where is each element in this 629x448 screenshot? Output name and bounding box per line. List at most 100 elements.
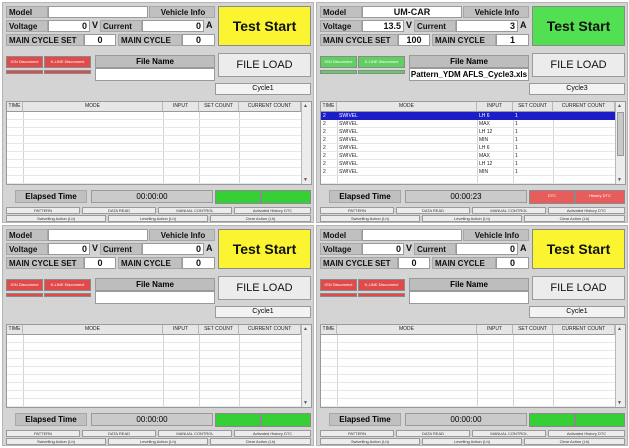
file-load-button[interactable]: FILE LOAD xyxy=(532,276,625,300)
cell-current-count xyxy=(553,144,615,152)
table-header-current-count: CURRENT COUNT xyxy=(239,325,301,335)
elapsed-time-label: Elapsed Time xyxy=(329,413,401,426)
data-read-button[interactable]: DATA READ xyxy=(82,207,156,214)
model-value: UM-CAR xyxy=(362,6,462,18)
cell-time: 2 xyxy=(323,145,326,151)
table-row-empty xyxy=(7,399,301,407)
swivelling-action-button[interactable]: Swivelling Action (Lh) xyxy=(6,438,106,445)
cell-set-count: 1 xyxy=(515,113,518,119)
data-read-button[interactable]: DATA READ xyxy=(396,430,470,437)
ign-disconnect-button[interactable]: IGN Disconnect xyxy=(6,279,43,291)
file-load-button[interactable]: FILE LOAD xyxy=(532,53,625,77)
cell-input: LH 6 xyxy=(479,113,490,119)
data-read-button[interactable]: DATA READ xyxy=(396,207,470,214)
table-row[interactable]: 2 SWIVEL LH 6 1 xyxy=(321,144,615,152)
table-row[interactable]: 2 SWIVEL MAX 1 xyxy=(321,120,615,128)
cell-input: MAX xyxy=(479,121,490,127)
station-panel-3: Model Vehicle Info Voltage 0 V Current 0 A MAIN … xyxy=(2,225,314,446)
levelling-action-button[interactable]: Levelling Action (Lh) xyxy=(108,215,208,222)
manual-control-button[interactable]: MANUAL CONTROL xyxy=(472,430,546,437)
table-row[interactable]: 2 SWIVEL LH 6 1 xyxy=(321,112,615,120)
activated-history-dtc-button[interactable]: Activated History DTC xyxy=(548,207,625,214)
table-header-current-count: CURRENT COUNT xyxy=(553,102,615,112)
test-start-button[interactable]: Test Start xyxy=(532,229,625,269)
pattern-button[interactable]: PATTERN xyxy=(320,207,394,214)
levelling-action-button[interactable]: Levelling Action (Lh) xyxy=(422,438,522,445)
levelling-action-button[interactable]: Levelling Action (Lh) xyxy=(108,438,208,445)
file-load-button[interactable]: FILE LOAD xyxy=(218,276,311,300)
pattern-button[interactable]: PATTERN xyxy=(6,430,80,437)
table-row-empty xyxy=(7,391,301,399)
kline-disconnect-button[interactable]: K-LINE Disconnect xyxy=(44,279,91,291)
station-panel-1: Model Vehicle Info Voltage 0 V Current 0 A MAIN … xyxy=(2,2,314,223)
model-label: Model xyxy=(320,229,362,241)
table-scrollbar[interactable]: ▲ ▼ xyxy=(615,102,625,184)
data-read-button[interactable]: DATA READ xyxy=(82,430,156,437)
cell-set-count: 1 xyxy=(515,161,518,167)
table-header-time: TIME xyxy=(7,325,23,335)
clear-action-button[interactable]: Clear Action (Lh) xyxy=(524,438,625,445)
scroll-up-icon[interactable]: ▲ xyxy=(303,103,308,109)
table-row-empty xyxy=(7,120,301,128)
activated-history-dtc-button[interactable]: Activated History DTC xyxy=(234,207,311,214)
swivelling-action-button[interactable]: Swivelling Action (Lh) xyxy=(320,215,420,222)
model-label: Model xyxy=(6,229,48,241)
cell-set-count: 1 xyxy=(515,153,518,159)
cell-time: 2 xyxy=(323,129,326,135)
elapsed-time-label: Elapsed Time xyxy=(15,190,87,203)
table-row[interactable]: 2 SWIVEL LH 12 1 xyxy=(321,128,615,136)
file-load-button[interactable]: FILE LOAD xyxy=(218,53,311,77)
cell-mode: SWIVEL xyxy=(339,113,358,119)
scroll-thumb[interactable] xyxy=(617,112,624,156)
cell-set-count: 1 xyxy=(515,121,518,127)
manual-control-button[interactable]: MANUAL CONTROL xyxy=(158,430,232,437)
current-label: Current xyxy=(100,20,142,32)
table-header-time: TIME xyxy=(321,102,337,112)
test-start-button[interactable]: Test Start xyxy=(218,229,311,269)
clear-action-button[interactable]: Clear Action (Lh) xyxy=(210,438,311,445)
file-name-label: File Name xyxy=(95,278,215,291)
manual-control-button[interactable]: MANUAL CONTROL xyxy=(472,207,546,214)
table-scrollbar[interactable]: ▲ ▼ xyxy=(615,325,625,407)
table-row[interactable]: 2 SWIVEL MIN 1 xyxy=(321,168,615,176)
test-start-button[interactable]: Test Start xyxy=(532,6,625,46)
scroll-down-icon[interactable]: ▼ xyxy=(303,177,308,183)
table-scrollbar[interactable]: ▲ ▼ xyxy=(301,325,311,407)
clear-action-button[interactable]: Clear Action (Lh) xyxy=(210,215,311,222)
test-start-button[interactable]: Test Start xyxy=(218,6,311,46)
scroll-up-icon[interactable]: ▲ xyxy=(303,326,308,332)
table-scrollbar[interactable]: ▲ ▼ xyxy=(301,102,311,184)
kline-disconnect-button[interactable]: K-LINE Disconnect xyxy=(358,279,405,291)
table-row-empty xyxy=(321,367,615,375)
kline-disconnect-button[interactable]: K-LINE Disconnect xyxy=(358,56,405,68)
table-row[interactable]: 2 SWIVEL MAX 1 xyxy=(321,152,615,160)
pattern-button[interactable]: PATTERN xyxy=(320,430,394,437)
scroll-down-icon[interactable]: ▼ xyxy=(303,400,308,406)
pattern-table: TIME MODE INPUT SET COUNT CURRENT COUNT 2 SWIV… xyxy=(320,101,626,185)
cell-mode: SWIVEL xyxy=(339,137,358,143)
swivelling-action-button[interactable]: Swivelling Action (Lh) xyxy=(6,215,106,222)
table-row-empty xyxy=(7,335,301,343)
activated-history-dtc-button[interactable]: Activated History DTC xyxy=(234,430,311,437)
ign-disconnect-button[interactable]: IGN Disconnect xyxy=(320,56,357,68)
scroll-down-icon[interactable]: ▼ xyxy=(617,177,622,183)
cell-mode: SWIVEL xyxy=(339,121,358,127)
station-panel-2: Model UM-CAR Vehicle Info Voltage 13.5 V Curre… xyxy=(316,2,628,223)
table-row[interactable]: 2 SWIVEL LH 12 1 xyxy=(321,160,615,168)
ign-disconnect-button[interactable]: IGN Disconnect xyxy=(6,56,43,68)
levelling-action-button[interactable]: Levelling Action (Lh) xyxy=(422,215,522,222)
clear-action-button[interactable]: Clear Action (Lh) xyxy=(524,215,625,222)
scroll-down-icon[interactable]: ▼ xyxy=(617,400,622,406)
cell-time: 2 xyxy=(323,121,326,127)
pattern-button[interactable]: PATTERN xyxy=(6,207,80,214)
swivelling-action-button[interactable]: Swivelling Action (Lh) xyxy=(320,438,420,445)
model-value xyxy=(48,6,148,18)
scroll-up-icon[interactable]: ▲ xyxy=(617,103,622,109)
manual-control-button[interactable]: MANUAL CONTROL xyxy=(158,207,232,214)
scroll-up-icon[interactable]: ▲ xyxy=(617,326,622,332)
ign-disconnect-button[interactable]: IGN Disconnect xyxy=(320,279,357,291)
activated-history-dtc-button[interactable]: Activated History DTC xyxy=(548,430,625,437)
table-row-empty xyxy=(321,391,615,399)
kline-disconnect-button[interactable]: K-LINE Disconnect xyxy=(44,56,91,68)
table-row[interactable]: 2 SWIVEL MIN 1 xyxy=(321,136,615,144)
